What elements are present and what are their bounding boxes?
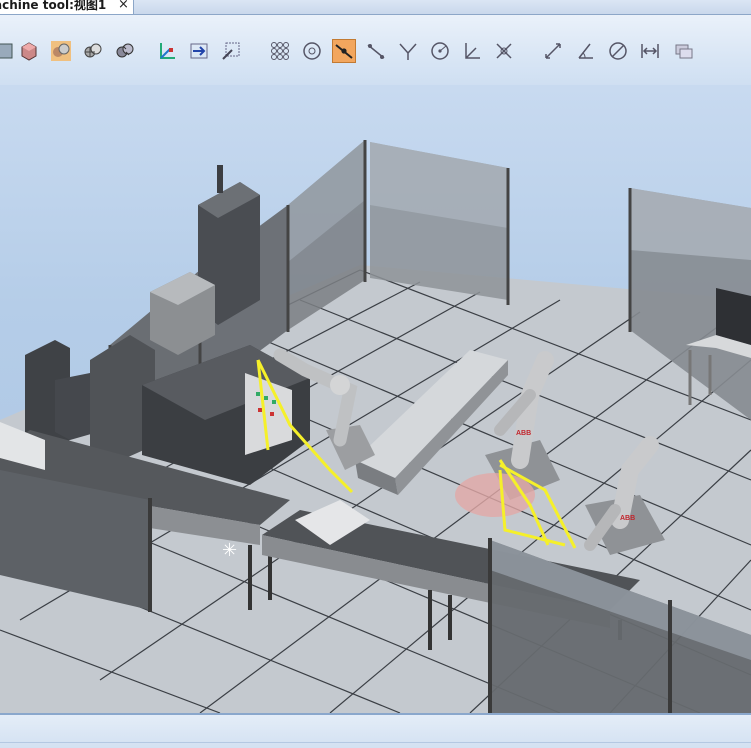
status-bar <box>0 715 751 748</box>
robot-logo-1: ABB <box>516 430 531 437</box>
measure-distance-icon[interactable] <box>541 39 565 63</box>
checker-spheres-icon[interactable] <box>113 39 137 63</box>
shaded-spheres-icon[interactable] <box>49 39 73 63</box>
scale-icon[interactable] <box>219 39 243 63</box>
measure-diameter-icon[interactable] <box>606 39 630 63</box>
snap-midpoint-icon[interactable] <box>364 39 388 63</box>
snap-cross-icon[interactable] <box>492 39 516 63</box>
robot-cell-scene: ABB ABB ✳ <box>0 140 751 713</box>
close-icon[interactable]: × <box>118 0 129 12</box>
measure-minimum-icon[interactable] <box>638 39 662 63</box>
document-tab-strip: achine tool:视图1 × <box>0 0 751 15</box>
stack-layers-icon[interactable] <box>672 39 696 63</box>
circle-target-icon[interactable] <box>300 39 324 63</box>
graphics-toolbar <box>0 15 751 85</box>
snap-edge-icon[interactable] <box>332 39 356 63</box>
snap-angle-icon[interactable] <box>460 39 484 63</box>
frame-axes-icon[interactable] <box>155 39 179 63</box>
snap-center-icon[interactable] <box>428 39 452 63</box>
solid-box-icon[interactable] <box>17 39 41 63</box>
view-tab-label: achine tool:视图1 <box>0 0 107 12</box>
snap-intersection-icon[interactable] <box>396 39 420 63</box>
mesh-spheres-icon[interactable] <box>81 39 105 63</box>
target-marker: ✳ <box>222 540 237 561</box>
view-wireframe-icon[interactable] <box>0 39 16 63</box>
measure-angle-icon[interactable] <box>574 39 598 63</box>
grid-select-icon[interactable] <box>268 39 292 63</box>
robot-logo-2: ABB <box>620 515 635 522</box>
view-tab[interactable]: achine tool:视图1 × <box>0 0 134 14</box>
move-arrow-icon[interactable] <box>187 39 211 63</box>
3d-viewport[interactable]: ABB ABB ✳ <box>0 85 751 713</box>
